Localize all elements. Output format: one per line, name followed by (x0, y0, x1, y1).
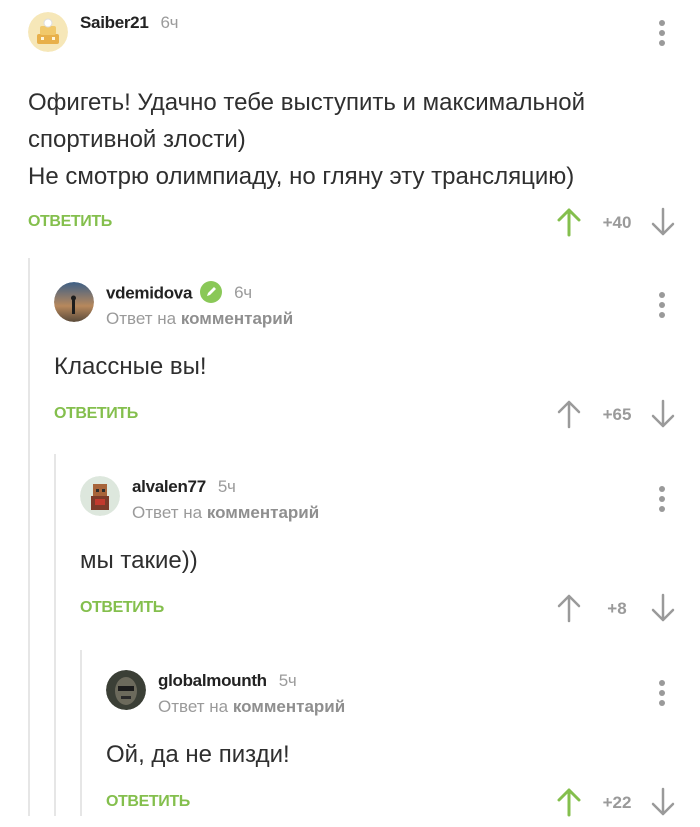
username[interactable]: alvalen77 5ч (132, 477, 236, 497)
comment-text: мы такие)) (80, 542, 700, 579)
more-menu-icon[interactable] (658, 290, 666, 325)
thread-line-2 (54, 454, 56, 816)
downvote-icon[interactable] (650, 787, 676, 822)
reply-to-link[interactable]: комментарий (207, 503, 319, 522)
avatar[interactable] (54, 282, 94, 322)
downvote-icon[interactable] (650, 593, 676, 628)
username[interactable]: vdemidova 6ч (106, 281, 252, 305)
avatar[interactable] (28, 12, 68, 52)
comment-text-line: спортивной злости) (28, 126, 246, 153)
reply-to-link[interactable]: комментарий (181, 309, 293, 328)
comment-actions: ОТВЕТИТЬ +40 (28, 207, 700, 247)
reply-to: Ответ на комментарий (132, 503, 319, 523)
comment-text-line: Офигеть! Удачно тебе выступить и максима… (28, 89, 585, 116)
upvote-icon[interactable] (556, 593, 582, 628)
comment-text-line: мы такие)) (80, 547, 198, 574)
comment: globalmounth 5ч Ответ на комментарий Ой, … (106, 670, 700, 827)
username-text[interactable]: globalmounth (158, 671, 267, 690)
comment-actions: ОТВЕТИТЬ +22 (106, 787, 700, 827)
rating: +8 (607, 599, 627, 618)
comment-text-line: Не смотрю олимпиаду, но гляну эту трансл… (28, 163, 575, 190)
comment-text-line: Классные вы! (54, 353, 207, 380)
downvote-icon[interactable] (650, 399, 676, 434)
comment-text-line: Ой, да не пизди! (106, 741, 290, 768)
more-menu-icon[interactable] (658, 484, 666, 519)
downvote-icon[interactable] (650, 207, 676, 242)
reply-to: Ответ на комментарий (106, 309, 293, 329)
username-text[interactable]: Saiber21 (80, 13, 149, 32)
timestamp: 5ч (278, 671, 297, 690)
thread-line-1 (28, 258, 30, 816)
comment-header: alvalen77 5ч Ответ на комментарий (80, 476, 700, 528)
upvote-icon[interactable] (556, 399, 582, 434)
username[interactable]: globalmounth 5ч (158, 671, 297, 691)
comment-actions: ОТВЕТИТЬ +65 (54, 399, 700, 439)
comment-text: Офигеть! Удачно тебе выступить и максима… (28, 84, 700, 195)
more-menu-icon[interactable] (658, 18, 666, 53)
comment-text: Классные вы! (54, 348, 700, 385)
username-text[interactable]: vdemidova (106, 283, 192, 302)
comment-text: Ой, да не пизди! (106, 736, 700, 773)
avatar[interactable] (106, 670, 146, 710)
upvote-icon[interactable] (556, 207, 582, 242)
comment-actions: ОТВЕТИТЬ +8 (80, 593, 700, 633)
reply-button[interactable]: ОТВЕТИТЬ (28, 213, 112, 231)
comment: Saiber21 6ч Офигеть! Удачно тебе выступит… (28, 12, 700, 247)
username[interactable]: Saiber21 6ч (80, 13, 178, 33)
comment-header: vdemidova 6ч Ответ на комментарий (54, 281, 700, 334)
reply-to-label: Ответ на (132, 503, 203, 522)
comment-header: Saiber21 6ч (28, 12, 700, 64)
reply-button[interactable]: ОТВЕТИТЬ (54, 405, 138, 423)
reply-to-label: Ответ на (158, 697, 229, 716)
rating: +22 (602, 793, 632, 812)
reply-to-label: Ответ на (106, 309, 177, 328)
more-menu-icon[interactable] (658, 678, 666, 713)
reply-to: Ответ на комментарий (158, 697, 345, 717)
reply-to-link[interactable]: комментарий (233, 697, 345, 716)
thread-line-3 (80, 650, 82, 816)
timestamp: 6ч (160, 13, 179, 32)
reply-button[interactable]: ОТВЕТИТЬ (106, 793, 190, 811)
avatar[interactable] (80, 476, 120, 516)
timestamp: 6ч (234, 283, 252, 303)
comment-header: globalmounth 5ч Ответ на комментарий (106, 670, 700, 722)
rating: +65 (602, 405, 632, 424)
username-text[interactable]: alvalen77 (132, 477, 206, 496)
reply-button[interactable]: ОТВЕТИТЬ (80, 599, 164, 617)
pencil-badge-icon (200, 281, 223, 303)
rating: +40 (602, 213, 632, 232)
upvote-icon[interactable] (556, 787, 582, 822)
comment: vdemidova 6ч Ответ на комментарий Классн… (54, 281, 700, 439)
comment: alvalen77 5ч Ответ на комментарий мы таки… (80, 476, 700, 633)
timestamp: 5ч (217, 477, 236, 496)
